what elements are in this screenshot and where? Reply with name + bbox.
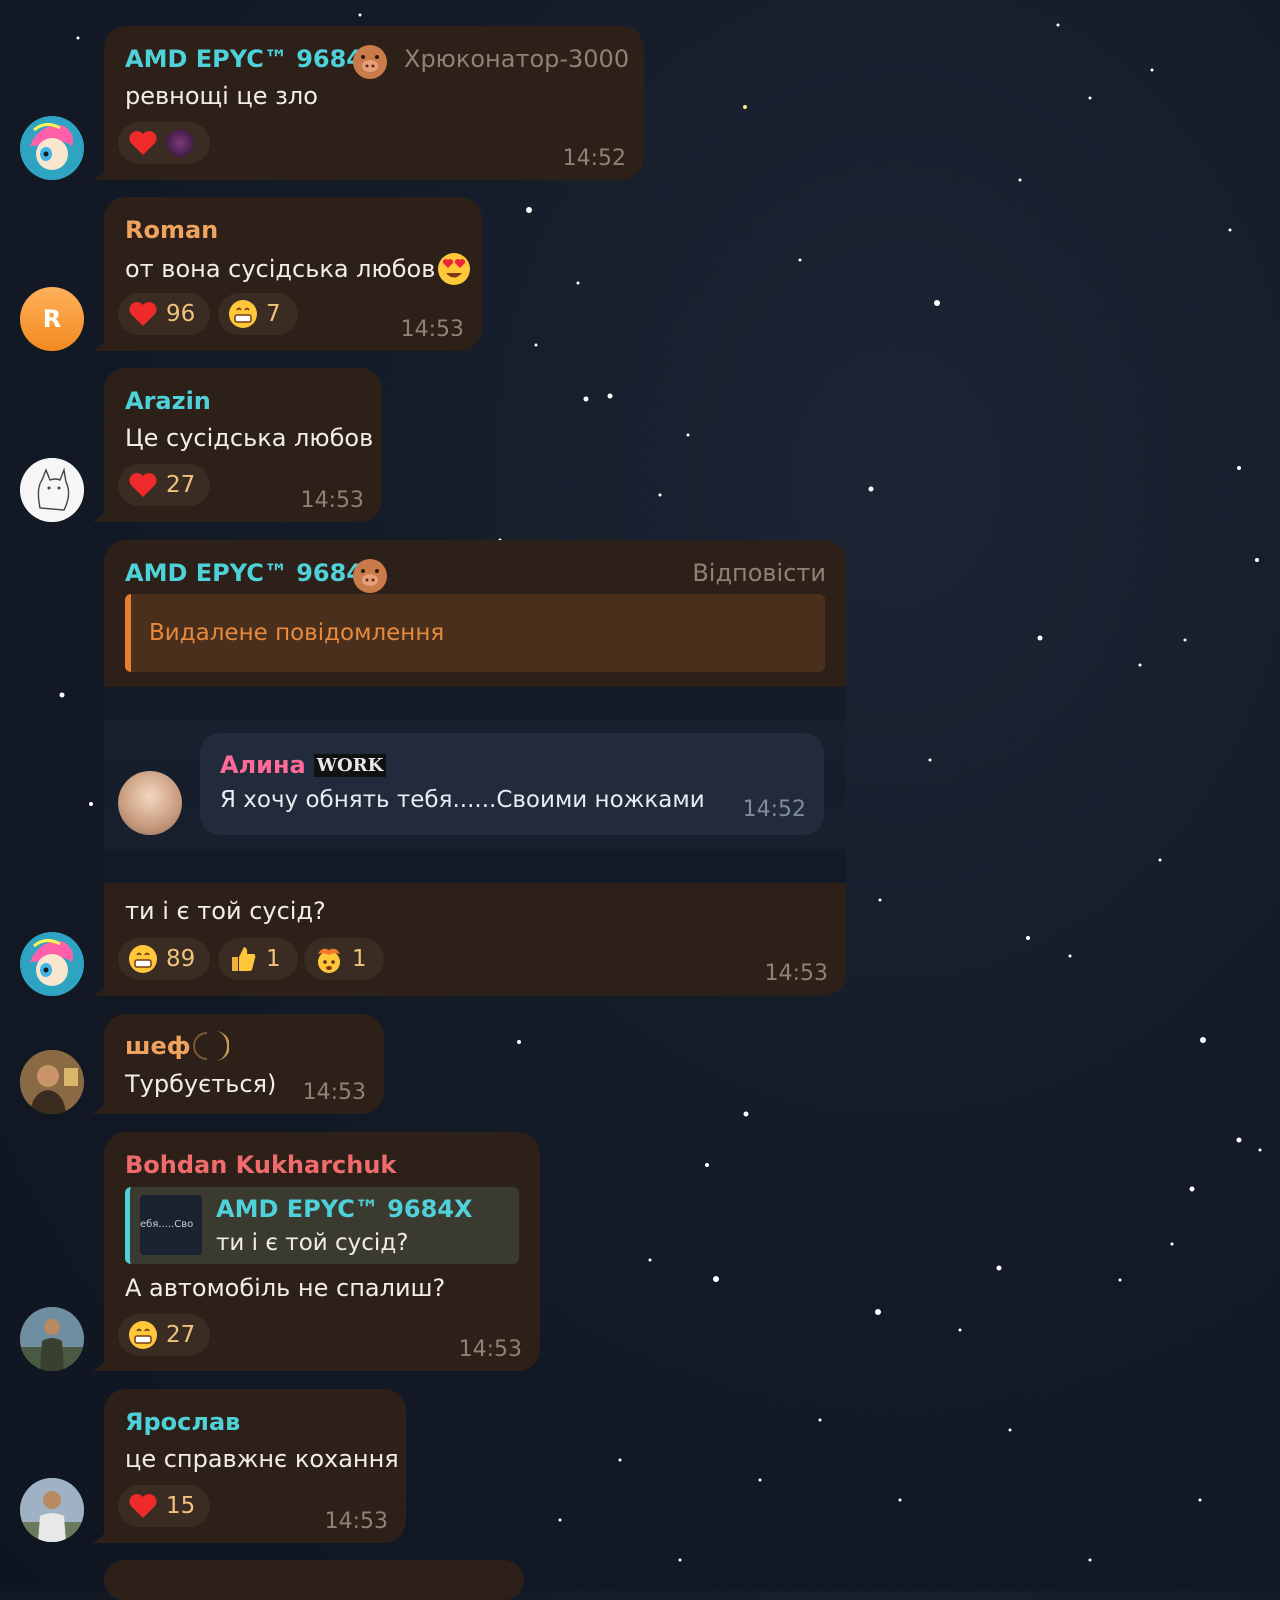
person-avatar-icon bbox=[20, 1307, 84, 1371]
red-heart-icon bbox=[128, 128, 158, 158]
embedded-bubble: Алина WORK Я хочу обнять тебя......Своим… bbox=[200, 733, 824, 835]
reaction-heart[interactable]: 96 bbox=[118, 293, 210, 335]
message-text: Турбується) bbox=[125, 1070, 277, 1098]
sender-name[interactable]: AMD EPYC™ 9684X bbox=[125, 45, 382, 73]
embedded-blur-bottom bbox=[104, 849, 846, 883]
avatar-letter: R bbox=[42, 305, 62, 333]
reactor-avatar-icon bbox=[166, 129, 194, 157]
sender-name[interactable]: Roman bbox=[125, 216, 218, 244]
quote-text: ти і є той сусід? bbox=[216, 1230, 409, 1256]
message-bubble[interactable]: AMD EPYC™ 9684X Відповісти Видалене пові… bbox=[104, 540, 846, 996]
reaction-count: 27 bbox=[166, 1322, 196, 1348]
reaction-count: 89 bbox=[166, 946, 196, 972]
pig-emoji-badge bbox=[350, 40, 390, 80]
reaction-heart[interactable]: 27 bbox=[118, 464, 210, 506]
reply-preview-text: Видалене повідомлення bbox=[149, 620, 445, 646]
exploding-head-icon bbox=[314, 944, 344, 974]
avatar[interactable] bbox=[20, 1478, 84, 1542]
grin-icon bbox=[128, 1320, 158, 1350]
sender-name[interactable]: Arazin bbox=[125, 387, 211, 415]
pig-icon bbox=[353, 559, 387, 593]
sender-name[interactable]: AMD EPYC™ 9684X bbox=[125, 559, 382, 587]
avatar[interactable]: R bbox=[20, 287, 84, 351]
avatar[interactable] bbox=[20, 1307, 84, 1371]
grin-icon bbox=[128, 944, 158, 974]
message-bubble[interactable]: Bohdan Kukharchuk ебя.....Сво AMD EPYC™ … bbox=[104, 1132, 540, 1371]
reaction-count: 15 bbox=[166, 1493, 196, 1519]
title-tag: Хрюконатор-3000 bbox=[404, 45, 630, 73]
quote-thumbnail: ебя.....Сво bbox=[140, 1195, 202, 1255]
embedded-text: Я хочу обнять тебя......Своими ножками bbox=[220, 787, 705, 813]
message-bubble[interactable]: шеф Турбується) 14:53 bbox=[104, 1014, 384, 1114]
message-text: ти і є той сусід? bbox=[125, 897, 326, 925]
reaction-count: 96 bbox=[166, 301, 196, 327]
pony-avatar-icon bbox=[20, 116, 84, 180]
embedded-blur-top bbox=[104, 687, 846, 721]
person-avatar-icon bbox=[20, 1050, 84, 1114]
embedded-time: 14:52 bbox=[742, 797, 806, 822]
reaction-count: 7 bbox=[266, 301, 281, 327]
heart-eyes-icon bbox=[438, 253, 471, 285]
sender-name[interactable]: шеф bbox=[125, 1032, 191, 1060]
pig-emoji-badge bbox=[350, 554, 390, 594]
avatar[interactable] bbox=[20, 458, 84, 522]
quote-sender: AMD EPYC™ 9684X bbox=[216, 1195, 473, 1223]
message-text: ревнощі це зло bbox=[125, 82, 318, 110]
pig-icon bbox=[353, 45, 387, 79]
embedded-sender-name: Алина bbox=[220, 751, 306, 779]
pony-avatar-icon bbox=[20, 932, 84, 996]
message-time: 14:53 bbox=[400, 317, 464, 342]
sender: шеф bbox=[125, 1028, 229, 1064]
message-time: 14:52 bbox=[562, 146, 626, 171]
message-time: 14:53 bbox=[300, 488, 364, 513]
reaction-count: 1 bbox=[266, 946, 281, 972]
quote-thumbnail-text: ебя.....Сво bbox=[140, 1219, 194, 1230]
reaction-heart[interactable] bbox=[118, 122, 210, 164]
reaction-thumbs-up[interactable]: 1 bbox=[218, 938, 298, 980]
person-avatar-icon bbox=[20, 1478, 84, 1542]
message-bubble[interactable]: Roman от вона сусідська любов 96 7 14:53 bbox=[104, 197, 482, 351]
sender-name[interactable]: Bohdan Kukharchuk bbox=[125, 1151, 396, 1179]
message-text: Це сусідська любов bbox=[125, 424, 374, 452]
avatar[interactable] bbox=[20, 1050, 84, 1114]
message-time: 14:53 bbox=[458, 1337, 522, 1362]
moon-icon bbox=[192, 1031, 229, 1061]
message-bubble[interactable]: AMD EPYC™ 9684X Хрюконатор-3000 ревнощі … bbox=[104, 26, 644, 180]
reaction-exploding-head[interactable]: 1 bbox=[304, 938, 384, 980]
red-heart-icon bbox=[128, 1491, 158, 1521]
grin-icon bbox=[228, 299, 258, 329]
reaction-grin[interactable]: 7 bbox=[218, 293, 298, 335]
thumbs-up-icon bbox=[228, 944, 258, 974]
reaction-count: 1 bbox=[352, 946, 367, 972]
message-text: от вона сусідська любов bbox=[125, 252, 471, 286]
message-time: 14:53 bbox=[764, 961, 828, 986]
message-time: 14:53 bbox=[302, 1080, 366, 1105]
reply-action[interactable]: Відповісти bbox=[692, 559, 826, 587]
embedded-screenshot[interactable]: Алина WORK Я хочу обнять тебя......Своим… bbox=[104, 687, 846, 883]
avatar[interactable] bbox=[20, 932, 84, 996]
message-text: А автомобіль не спалиш? bbox=[125, 1274, 446, 1302]
embedded-sender: Алина WORK bbox=[220, 751, 387, 779]
reaction-grin[interactable]: 27 bbox=[118, 1314, 210, 1356]
message-bubble[interactable]: Ярослав це справжнє кохання 15 14:53 bbox=[104, 1389, 406, 1543]
message-text-content: от вона сусідська любов bbox=[125, 255, 436, 283]
avatar[interactable] bbox=[20, 116, 84, 180]
message-bubble[interactable]: Arazin Це сусідська любов 27 14:53 bbox=[104, 368, 382, 522]
red-heart-icon bbox=[128, 299, 158, 329]
message-text: це справжнє кохання bbox=[125, 1445, 399, 1473]
work-badge: WORK bbox=[313, 753, 387, 777]
reaction-count: 27 bbox=[166, 472, 196, 498]
quoted-message[interactable]: ебя.....Сво AMD EPYC™ 9684X ти і є той с… bbox=[125, 1187, 519, 1264]
embedded-avatar bbox=[118, 771, 182, 835]
reply-preview[interactable]: Видалене повідомлення bbox=[125, 594, 825, 672]
reaction-heart[interactable]: 15 bbox=[118, 1485, 210, 1527]
cat-sketch-avatar-icon bbox=[20, 458, 84, 522]
red-heart-icon bbox=[128, 470, 158, 500]
next-message-bubble-partial[interactable] bbox=[104, 1560, 524, 1600]
sender-name[interactable]: Ярослав bbox=[125, 1408, 240, 1436]
reaction-grin[interactable]: 89 bbox=[118, 938, 210, 980]
message-time: 14:53 bbox=[324, 1509, 388, 1534]
